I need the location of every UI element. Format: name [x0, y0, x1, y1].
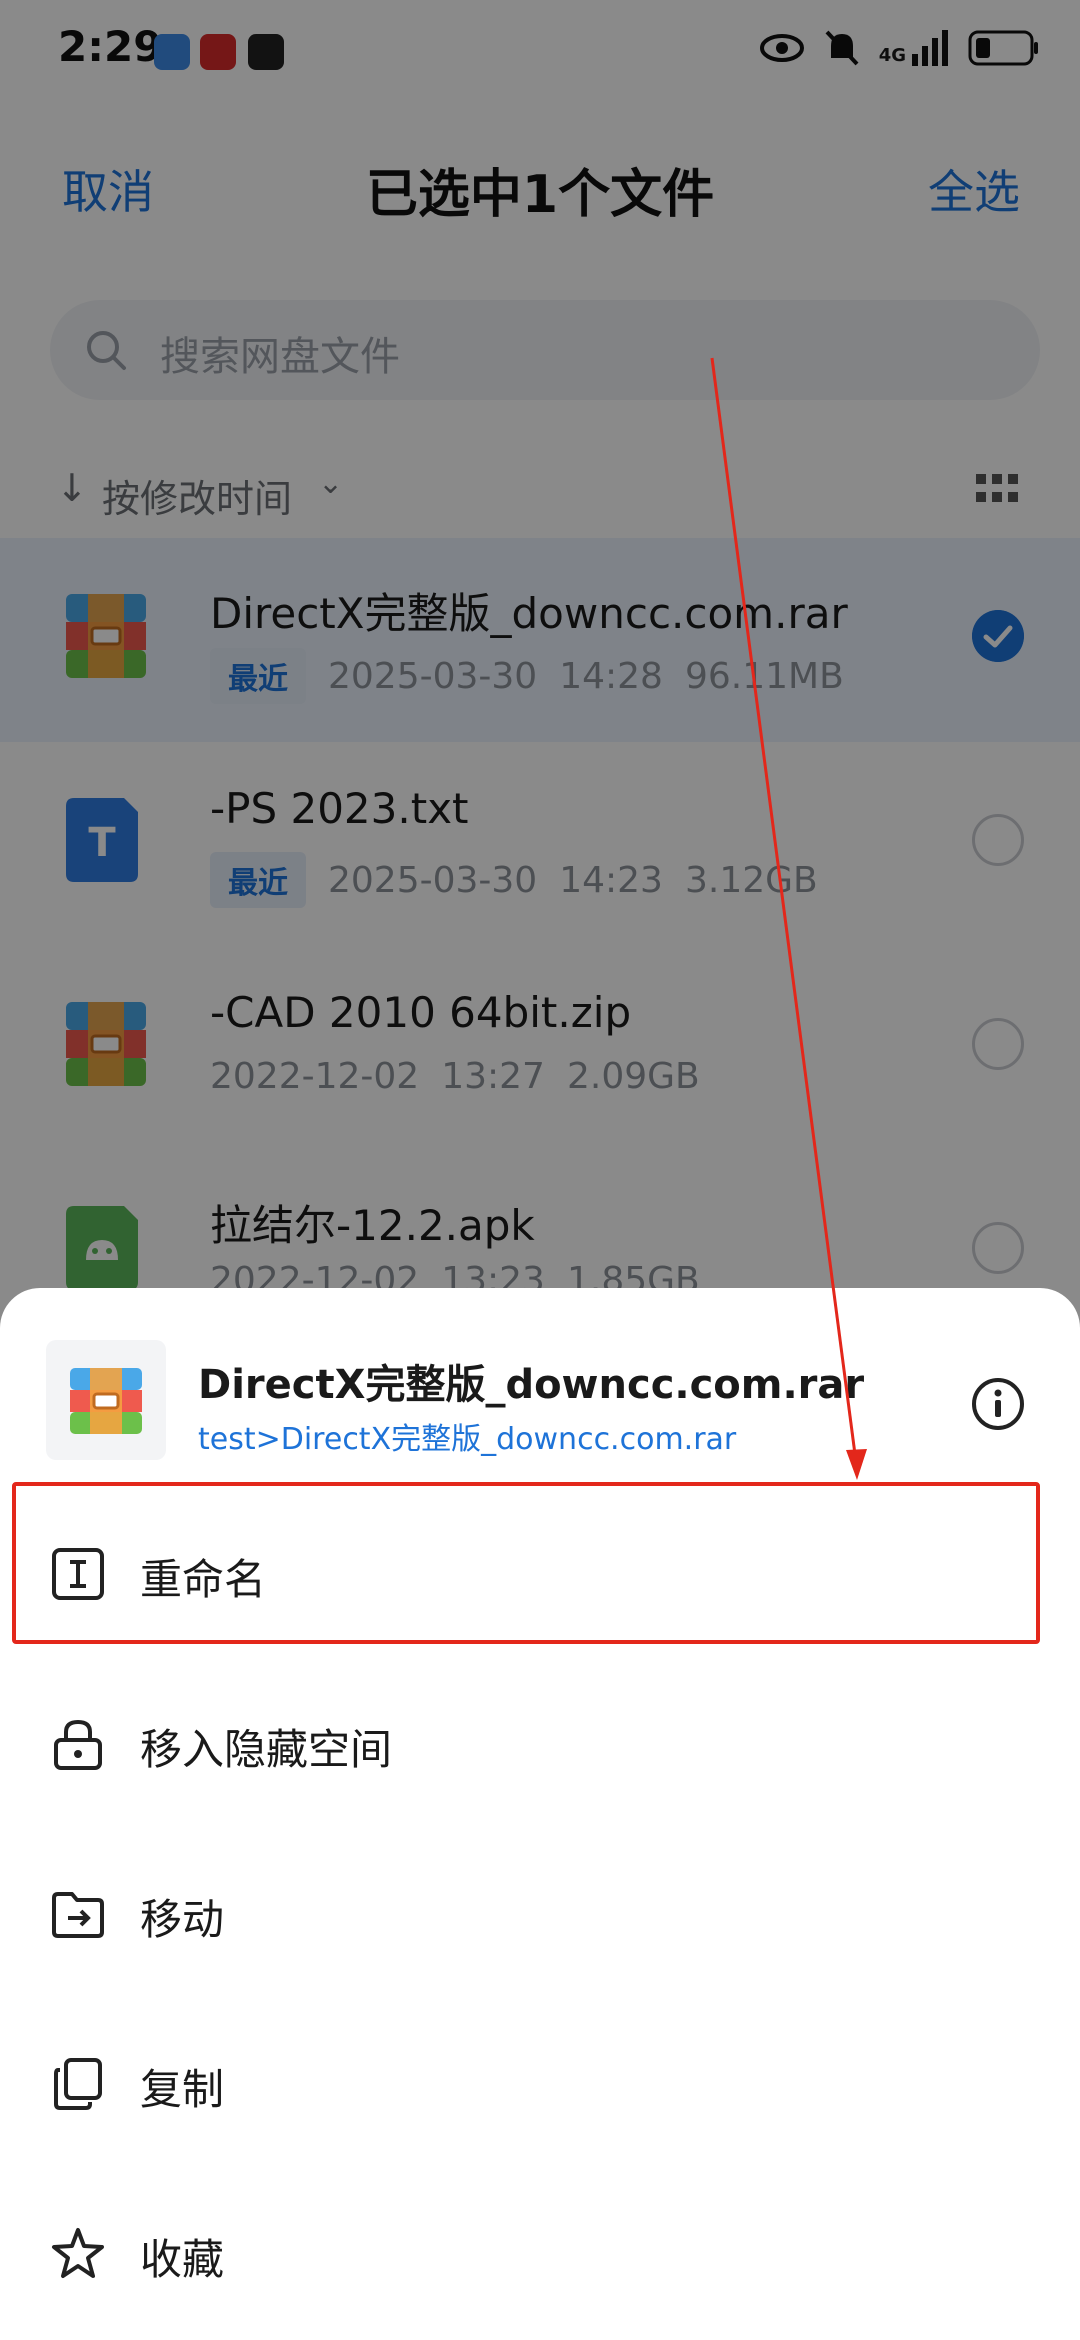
menu-label: 复制	[140, 2065, 225, 2114]
rar-file-icon	[70, 1368, 142, 1434]
menu-item-rename[interactable]: 重命名	[0, 1494, 1080, 1654]
sheet-file-name: DirectX完整版_downcc.com.rar	[198, 1362, 865, 1408]
file-actions-sheet: DirectX完整版_downcc.com.rar test>DirectX完整…	[0, 1288, 1080, 2340]
rename-icon	[52, 1548, 104, 1600]
menu-item-copy[interactable]: 复制	[0, 2004, 1080, 2164]
copy-icon	[54, 2058, 102, 2110]
menu-label: 收藏	[140, 2235, 225, 2284]
info-icon[interactable]	[970, 1376, 1026, 1432]
menu-item-hide[interactable]: 移入隐藏空间	[0, 1664, 1080, 1824]
menu-label: 重命名	[140, 1555, 267, 1604]
sheet-file-thumb	[46, 1340, 166, 1460]
menu-label: 移入隐藏空间	[140, 1725, 393, 1774]
star-icon	[52, 2228, 104, 2278]
sheet-file-path[interactable]: test>DirectX完整版_downcc.com.rar	[198, 1414, 736, 1458]
menu-label: 移动	[140, 1895, 225, 1944]
move-folder-icon	[52, 1892, 104, 1938]
lock-icon	[54, 1719, 102, 1770]
menu-item-favorite[interactable]: 收藏	[0, 2174, 1080, 2334]
menu-item-move[interactable]: 移动	[0, 1834, 1080, 1994]
sheet-header: DirectX完整版_downcc.com.rar test>DirectX完整…	[0, 1288, 1080, 1468]
